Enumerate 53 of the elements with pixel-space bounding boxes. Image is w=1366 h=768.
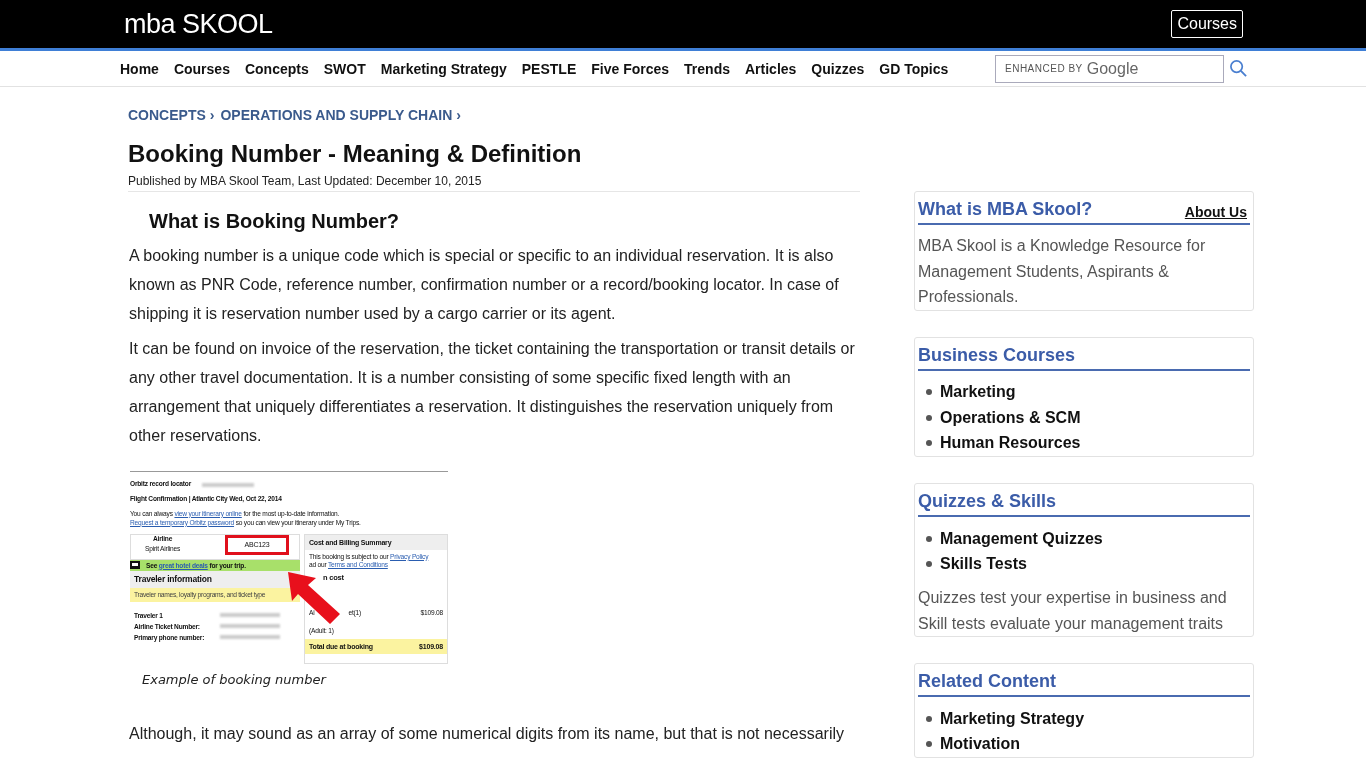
search-icon[interactable] — [1229, 59, 1248, 78]
blurred-text — [220, 635, 280, 640]
card-title: Related Content — [918, 671, 1056, 692]
bed-icon — [130, 561, 140, 570]
about-link[interactable]: About Us — [1184, 204, 1247, 220]
nav-link[interactable]: GD Topics — [879, 60, 949, 77]
article-title: Booking Number - Meaning & Definition — [128, 140, 583, 168]
nav-link[interactable]: Concepts — [244, 60, 309, 77]
card-text: MBA Skool is a Knowledge Resource for Management Students, Aspirants & Professionals. — [918, 236, 1207, 307]
bullet-icon — [926, 414, 932, 421]
nav-link[interactable]: Five Forces — [591, 60, 670, 77]
nav-link[interactable]: Home — [120, 60, 159, 77]
sidebar-link[interactable]: Skills Tests — [940, 555, 1027, 574]
sidebar-link[interactable]: Marketing Strategy — [940, 709, 1085, 728]
card-title: What is MBA Skool? — [918, 199, 1093, 220]
blurred-text — [220, 624, 280, 629]
nav-link[interactable]: Marketing Strategy — [380, 60, 507, 77]
body-paragraph: A booking number is a unique code which is special or specific to an individual reservation. It is also known as PNR Code, reference number, confirmation number or a record/booking locator. In case of shipping it is reservation number used by a cargo carrier or its agent. — [129, 246, 840, 324]
nav-link[interactable]: Trends — [684, 60, 730, 77]
blurred-text — [220, 613, 280, 618]
breadcrumb-link[interactable]: OPERATIONS AND SUPPLY CHAIN — [220, 107, 453, 123]
breadcrumb-separator: › — [209, 107, 215, 123]
nav-link[interactable]: Articles — [745, 60, 797, 77]
sidebar-link[interactable]: Operations & SCM — [940, 408, 1081, 427]
breadcrumb-separator: › — [456, 107, 461, 123]
card-title: Business Courses — [918, 344, 1076, 366]
card-title: Quizzes & Skills — [918, 491, 1057, 512]
body-paragraph: Although, it may sound as an array of some numerical digits from its name, but that is not necessarily — [129, 723, 845, 744]
card-text: Quizzes test your expertise in business and Skill tests evaluate your management traits — [918, 588, 1228, 634]
blurred-text — [202, 482, 254, 487]
search-field[interactable]: ENHANCED BY Google — [995, 54, 1224, 83]
nav-link[interactable]: Quizzes — [811, 60, 865, 77]
courses-button[interactable]: Courses — [1171, 10, 1243, 38]
sidebar-link[interactable]: Motivation — [940, 735, 1020, 754]
bullet-icon — [926, 561, 932, 568]
bullet-icon — [926, 741, 932, 748]
bullet-icon — [926, 440, 932, 447]
body-paragraph: It can be found on invoice of the reservation, the ticket containing the transportation or transit details or any other travel documentation. It is a number consisting of some specific fixed length with an arrangement that uniquely differentiates a reservation. It distinguishes the reservation uniquely from other reservations. — [129, 339, 856, 446]
nav-link[interactable]: SWOT — [323, 60, 366, 77]
arrow-icon — [286, 569, 342, 626]
section-heading: What is Booking Number? — [149, 210, 400, 233]
sidebar-link[interactable]: Marketing — [940, 383, 1016, 402]
bullet-icon — [926, 389, 932, 396]
sidebar-link[interactable]: Management Quizzes — [940, 529, 1103, 548]
nav-link[interactable]: PESTLE — [521, 60, 577, 77]
bullet-icon — [926, 715, 932, 722]
site-logo[interactable]: mba SKOOL — [124, 8, 273, 40]
sidebar-link[interactable]: Human Resources — [940, 434, 1081, 453]
nav-link[interactable]: Courses — [173, 60, 230, 77]
bullet-icon — [926, 535, 932, 542]
byline: Published by MBA Skool Team, Last Updated: December 10, 2015 — [128, 174, 483, 188]
breadcrumb-link[interactable]: CONCEPTS — [128, 107, 206, 123]
figure-caption: Example of booking number — [142, 671, 328, 687]
